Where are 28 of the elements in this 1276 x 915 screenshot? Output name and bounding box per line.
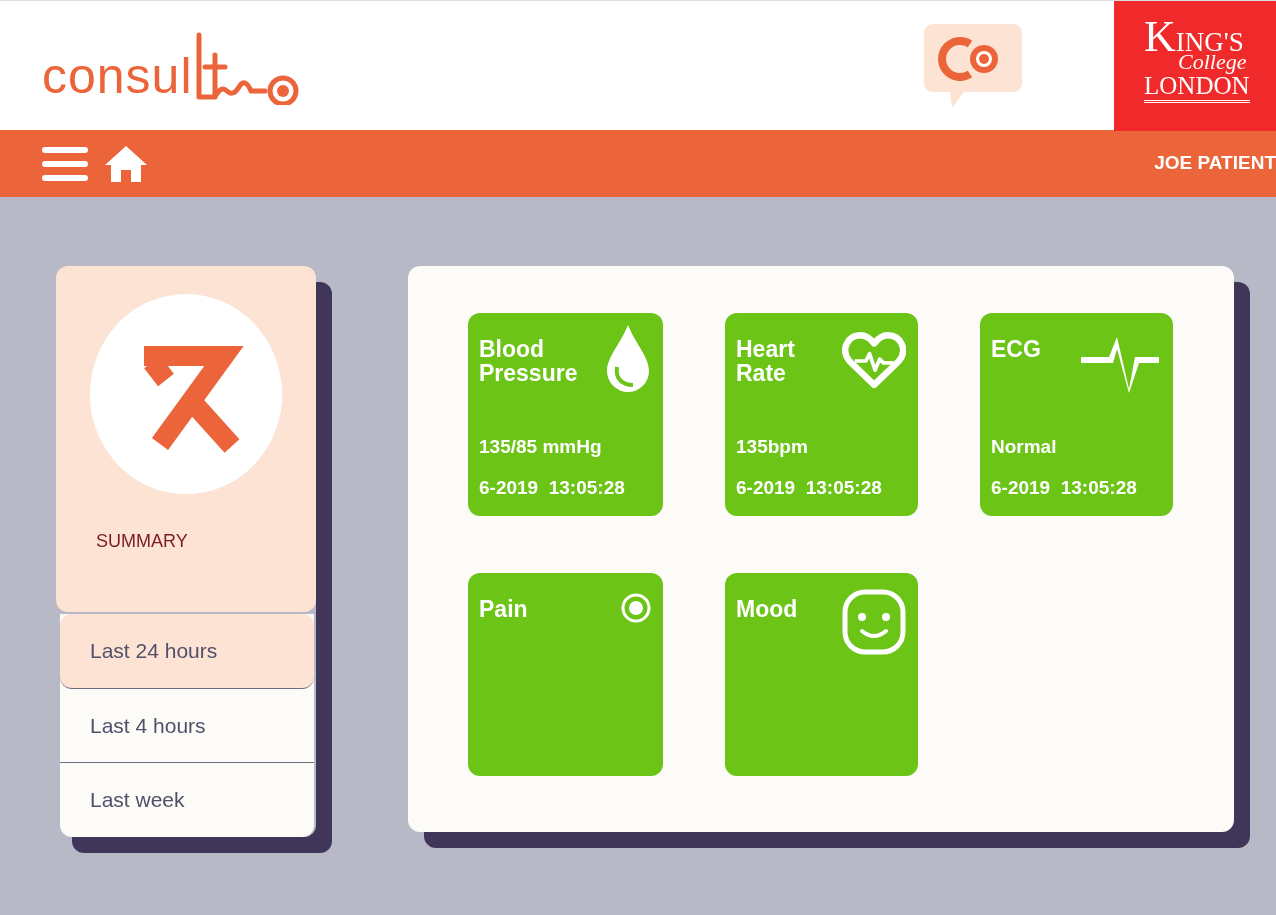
- tile-timestamp: 6-2019 13:05:28: [991, 475, 1138, 500]
- metric-tile[interactable]: Pain: [468, 573, 663, 776]
- period-item[interactable]: Last 4 hours: [60, 688, 314, 763]
- period-item[interactable]: Last week: [60, 763, 314, 837]
- tile-timestamp: 6-2019 13:05:28: [479, 475, 626, 500]
- metric-tile[interactable]: ECG Normal 6-2019 13:05:28: [980, 313, 1173, 516]
- metric-tile[interactable]: Blood Pressure 135/85 mmHg 6-2019 13:05:28: [468, 313, 663, 516]
- tile-title: Pain: [479, 597, 528, 622]
- target-icon: [621, 593, 651, 623]
- period-item[interactable]: Last 24 hours: [60, 614, 314, 689]
- chat-bubble-icon: [924, 23, 1022, 108]
- user-name: JOE PATIENT: [1154, 151, 1276, 176]
- metric-tile[interactable]: Heart Rate 135bpm 6-2019 13:05:28: [725, 313, 918, 516]
- tile-value: 135/85 mmHg: [479, 435, 603, 459]
- tile-title: Blood Pressure: [479, 337, 579, 386]
- menu-icon[interactable]: [42, 145, 88, 182]
- tile-value: 135bpm: [736, 435, 809, 459]
- home-icon[interactable]: [104, 144, 148, 183]
- metric-tile[interactable]: Mood: [725, 573, 918, 776]
- tile-timestamp: 6-2019 13:05:28: [736, 475, 883, 500]
- smiley-face-icon: [842, 589, 906, 655]
- tile-value: Normal: [991, 435, 1058, 459]
- logo-text: consul: [42, 50, 193, 101]
- tile-title: Mood: [736, 597, 798, 622]
- tile-title: ECG: [991, 337, 1041, 362]
- summary-label: SUMMARY: [95, 530, 189, 553]
- water-drop-icon: [605, 323, 651, 393]
- tile-title: Heart Rate: [736, 337, 796, 386]
